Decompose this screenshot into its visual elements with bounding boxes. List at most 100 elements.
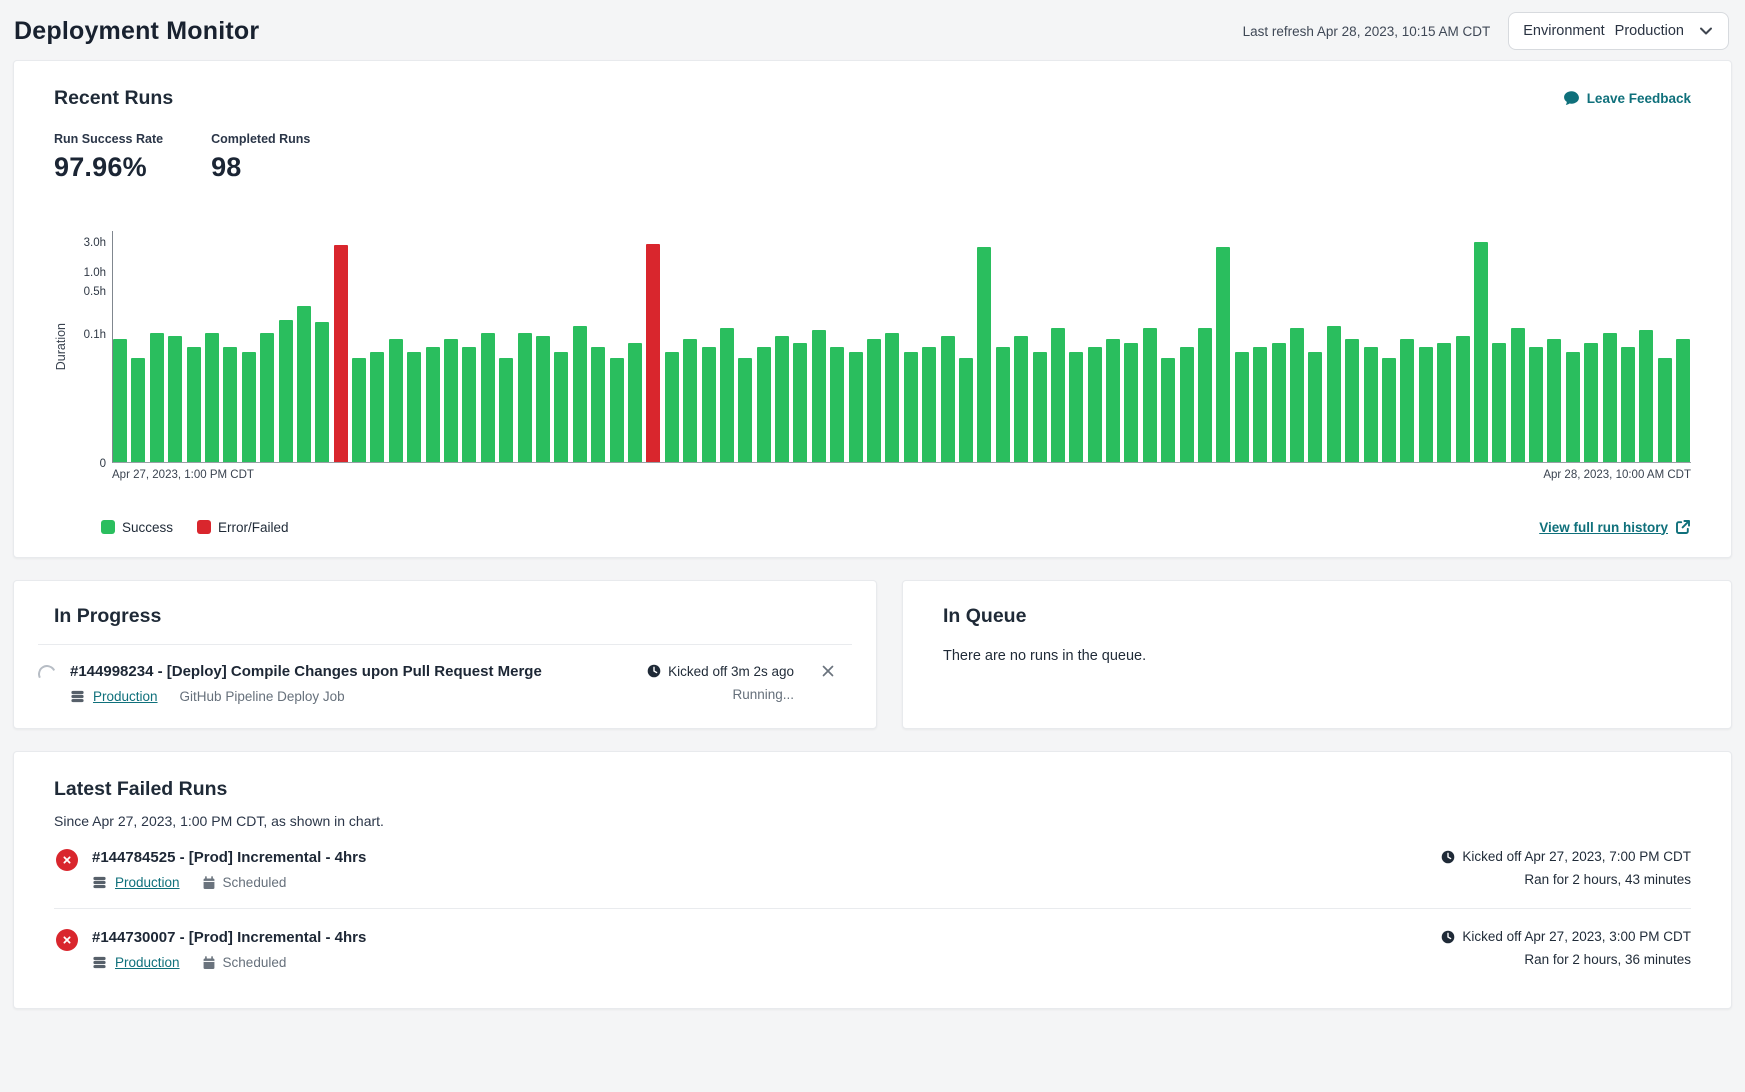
chart-bar-success[interactable]	[1198, 328, 1212, 462]
environment-link[interactable]: Production	[115, 955, 180, 970]
chart-bar-success[interactable]	[187, 347, 201, 462]
chart-bar-success[interactable]	[389, 339, 403, 462]
chart-bar-success[interactable]	[922, 347, 936, 462]
chart-bar-success[interactable]	[1014, 336, 1028, 462]
chart-bar-success[interactable]	[1492, 343, 1506, 462]
in-progress-card: In Progress #144998234 - [Deploy] Compil…	[13, 580, 877, 729]
chart-bar-success[interactable]	[1437, 343, 1451, 462]
chart-bar-success[interactable]	[1033, 352, 1047, 462]
chart-bar-success[interactable]	[775, 336, 789, 462]
chart-bar-success[interactable]	[462, 347, 476, 462]
in-progress-run-row: #144998234 - [Deploy] Compile Changes up…	[14, 645, 876, 704]
chart-bar-success[interactable]	[297, 306, 311, 462]
page-title: Deployment Monitor	[14, 17, 259, 46]
chart-bar-success[interactable]	[1216, 247, 1230, 462]
chart-bar-success[interactable]	[1511, 328, 1525, 462]
chart-bar-success[interactable]	[1088, 347, 1102, 462]
chart-bar-success[interactable]	[1272, 343, 1286, 462]
chart-bar-success[interactable]	[1474, 242, 1488, 462]
chart-bar-success[interactable]	[1419, 347, 1433, 462]
chart-bar-success[interactable]	[610, 358, 624, 462]
view-full-run-history-link[interactable]: View full run history	[1539, 519, 1691, 535]
chart-bar-success[interactable]	[738, 358, 752, 462]
chart-bar-success[interactable]	[904, 352, 918, 462]
chart-bar-success[interactable]	[1639, 330, 1653, 462]
chart-bar-success[interactable]	[977, 247, 991, 462]
chart-bar-success[interactable]	[591, 347, 605, 462]
chart-bar-success[interactable]	[407, 352, 421, 462]
chart-bar-success[interactable]	[1161, 358, 1175, 462]
chart-bar-success[interactable]	[1124, 343, 1138, 462]
chart-bar-success[interactable]	[1603, 333, 1617, 462]
chart-bar-success[interactable]	[1143, 328, 1157, 462]
chart-bar-success[interactable]	[573, 326, 587, 462]
chart-bar-failed[interactable]	[334, 245, 348, 462]
environment-link[interactable]: Production	[115, 875, 180, 890]
chart-bar-success[interactable]	[941, 336, 955, 462]
chart-bar-success[interactable]	[812, 330, 826, 462]
chart-bar-success[interactable]	[168, 336, 182, 462]
environment-dropdown[interactable]: Environment Production	[1508, 12, 1729, 50]
chart-bar-success[interactable]	[1621, 347, 1635, 462]
chart-bar-success[interactable]	[1180, 347, 1194, 462]
chart-bar-success[interactable]	[1308, 352, 1322, 462]
chart-bar-success[interactable]	[849, 352, 863, 462]
chart-bar-success[interactable]	[1364, 347, 1378, 462]
chart-bar-success[interactable]	[628, 343, 642, 462]
chart-bar-success[interactable]	[1069, 352, 1083, 462]
chart-bar-success[interactable]	[885, 333, 899, 462]
chart-bar-success[interactable]	[702, 347, 716, 462]
chart-bar-success[interactable]	[554, 352, 568, 462]
chart-bar-success[interactable]	[223, 347, 237, 462]
clock-icon	[1441, 850, 1455, 864]
environment-link[interactable]: Production	[93, 689, 158, 704]
chart-bar-success[interactable]	[683, 339, 697, 462]
chart-bar-success[interactable]	[1547, 339, 1561, 462]
close-icon[interactable]	[820, 663, 836, 679]
chart-bar-success[interactable]	[1400, 339, 1414, 462]
chart-bar-success[interactable]	[1676, 339, 1690, 462]
chart-bar-success[interactable]	[720, 328, 734, 462]
chart-bar-success[interactable]	[1235, 352, 1249, 462]
chart-bar-success[interactable]	[1290, 328, 1304, 462]
y-tick-label: 0	[100, 458, 106, 470]
chart-bar-success[interactable]	[793, 343, 807, 462]
chart-bar-success[interactable]	[131, 358, 145, 462]
in-progress-title: In Progress	[14, 605, 876, 628]
chart-bar-success[interactable]	[315, 322, 329, 462]
chart-bar-success[interactable]	[242, 352, 256, 462]
chart-bar-success[interactable]	[260, 333, 274, 462]
chart-bar-success[interactable]	[113, 339, 127, 462]
chart-bar-success[interactable]	[996, 347, 1010, 462]
chart-bar-success[interactable]	[150, 333, 164, 462]
chart-bar-success[interactable]	[1327, 326, 1341, 462]
chart-bar-success[interactable]	[536, 336, 550, 462]
chart-bar-success[interactable]	[1658, 358, 1672, 462]
chart-bar-success[interactable]	[444, 339, 458, 462]
chart-bar-success[interactable]	[959, 358, 973, 462]
chart-bar-success[interactable]	[1529, 347, 1543, 462]
leave-feedback-link[interactable]: Leave Feedback	[1563, 90, 1691, 107]
chart-bar-success[interactable]	[499, 358, 513, 462]
chart-bar-success[interactable]	[205, 333, 219, 462]
chart-bar-success[interactable]	[1253, 347, 1267, 462]
chart-bar-success[interactable]	[1106, 339, 1120, 462]
chart-bar-success[interactable]	[426, 347, 440, 462]
chart-bar-success[interactable]	[352, 358, 366, 462]
chart-bar-failed[interactable]	[646, 244, 660, 462]
chart-bar-success[interactable]	[1584, 343, 1598, 462]
chart-bar-success[interactable]	[665, 352, 679, 462]
chart-bar-success[interactable]	[1051, 328, 1065, 462]
chart-bar-success[interactable]	[1456, 336, 1470, 462]
chart-bar-success[interactable]	[370, 352, 384, 462]
chart-bar-success[interactable]	[481, 333, 495, 462]
chart-bar-success[interactable]	[757, 347, 771, 462]
chart-bar-success[interactable]	[1566, 352, 1580, 462]
chart-bar-success[interactable]	[518, 333, 532, 462]
chart-bar-success[interactable]	[830, 347, 844, 462]
chart-bar-success[interactable]	[1382, 358, 1396, 462]
chart-bar-success[interactable]	[1345, 339, 1359, 462]
metric-value: 97.96%	[54, 152, 163, 183]
chart-bar-success[interactable]	[867, 339, 881, 462]
chart-bar-success[interactable]	[279, 320, 293, 462]
